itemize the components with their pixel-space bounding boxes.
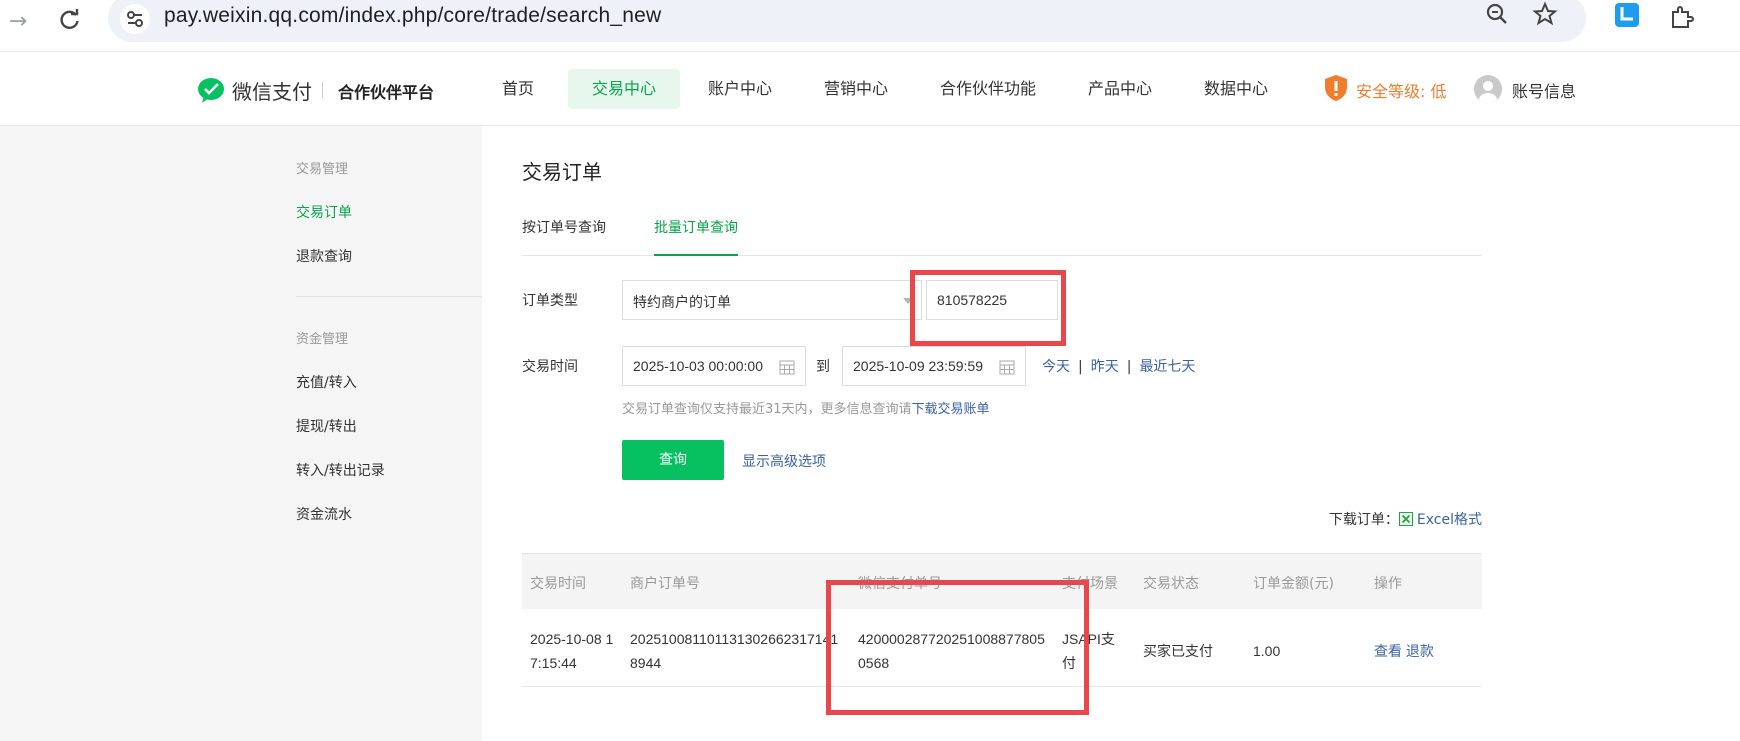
nav-trade-center[interactable]: 交易中心	[568, 69, 680, 109]
excel-icon[interactable]	[1398, 512, 1413, 526]
sidebar-group-funds: 资金管理	[296, 332, 349, 347]
tab-batch-query[interactable]: 批量订单查询	[654, 212, 738, 256]
forward-arrow-icon[interactable]: →	[4, 8, 32, 36]
quick-today-link[interactable]: 今天	[1042, 359, 1070, 375]
order-type-value: 特约商户的订单	[633, 295, 731, 311]
order-type-select[interactable]: 特约商户的订单	[622, 280, 922, 320]
sidebar-item-recharge[interactable]: 充值/转入	[296, 372, 357, 392]
sidebar-item-trade-orders[interactable]: 交易订单	[296, 202, 352, 222]
query-hint: 交易订单查询仅支持最近31天内，更多信息查询请下载交易账单	[622, 398, 990, 417]
column-header: 订单金额(元)	[1253, 576, 1334, 592]
annotation-box-wechat-order	[826, 580, 1089, 715]
cell-trade-time: 2025-10-08 17:15:44	[530, 631, 614, 671]
refund-order-link[interactable]: 退款	[1406, 643, 1434, 659]
address-bar[interactable]: pay.weixin.qq.com/index.php/core/trade/s…	[108, 0, 1586, 42]
zoom-icon[interactable]	[1483, 0, 1511, 28]
to-label: 到	[816, 359, 830, 375]
column-header: 操作	[1374, 576, 1402, 592]
cell-status: 买家已支付	[1143, 643, 1213, 659]
annotation-box-merchant-id	[910, 270, 1066, 346]
nav-partner-functions[interactable]: 合作伙伴功能	[932, 69, 1044, 109]
calendar-icon[interactable]	[999, 359, 1015, 375]
start-time-value: 2025-10-03 00:00:00	[633, 358, 763, 374]
end-time-value: 2025-10-09 23:59:59	[853, 358, 983, 374]
download-label: 下载订单：	[1328, 512, 1399, 528]
brand-subtitle: 合作伙伴平台	[338, 83, 435, 102]
separator: |	[1126, 359, 1132, 375]
nav-account-center[interactable]: 账户中心	[700, 69, 780, 109]
hint-text: 交易订单查询仅支持最近31天内，更多信息查询请	[622, 402, 912, 417]
trade-time-label: 交易时间	[522, 359, 578, 375]
shield-warning-icon[interactable]	[1324, 74, 1348, 102]
sidebar: 交易管理 交易订单 退款查询 资金管理 充值/转入 提现/转出 转入/转出记录 …	[0, 126, 482, 741]
site-settings-icon[interactable]	[120, 4, 150, 34]
brand-name[interactable]: 微信支付	[232, 76, 312, 105]
sidebar-item-refund-query[interactable]: 退款查询	[296, 246, 352, 266]
advanced-options-link[interactable]: 显示高级选项	[742, 451, 826, 471]
cell-actions: 查看 退款	[1374, 639, 1434, 663]
start-time-input[interactable]: 2025-10-03 00:00:00	[622, 346, 806, 386]
query-button[interactable]: 查询	[622, 440, 724, 480]
tab-by-order-number[interactable]: 按订单号查询	[522, 212, 606, 256]
nav-product-center[interactable]: 产品中心	[1080, 69, 1160, 109]
nav-home[interactable]: 首页	[494, 69, 542, 109]
sidebar-divider	[296, 296, 482, 297]
account-info-link[interactable]: 账号信息	[1512, 78, 1576, 102]
sidebar-item-withdraw[interactable]: 提现/转出	[296, 416, 357, 436]
cell-merchant-order: 2025100811011313026623171418944	[630, 631, 839, 671]
column-header: 商户订单号	[630, 576, 700, 592]
url-text[interactable]: pay.weixin.qq.com/index.php/core/trade/s…	[164, 4, 661, 28]
wechat-pay-logo-icon[interactable]	[196, 76, 226, 104]
end-time-input[interactable]: 2025-10-09 23:59:59	[842, 346, 1026, 386]
avatar[interactable]	[1474, 75, 1502, 103]
quick-date-links: 今天 | 昨天 | 最近七天	[1042, 356, 1195, 376]
download-statement-link[interactable]: 下载交易账单	[912, 402, 990, 417]
view-order-link[interactable]: 查看	[1374, 643, 1402, 659]
quick-yesterday-link[interactable]: 昨天	[1091, 359, 1119, 375]
bookmark-star-icon[interactable]	[1531, 0, 1559, 28]
excel-format-link[interactable]: Excel格式	[1417, 512, 1482, 528]
extension-icon[interactable]	[1614, 2, 1640, 28]
download-orders: 下载订单： Excel格式	[1329, 509, 1482, 529]
cell-amount: 1.00	[1253, 643, 1281, 659]
order-type-label: 订单类型	[522, 293, 578, 309]
sidebar-item-transfer-records[interactable]: 转入/转出记录	[296, 460, 385, 480]
separator: |	[1078, 359, 1083, 375]
calendar-icon[interactable]	[779, 359, 795, 375]
quick-last-seven-days-link[interactable]: 最近七天	[1139, 359, 1195, 375]
security-level[interactable]: 安全等级: 低	[1356, 78, 1446, 102]
nav-marketing-center[interactable]: 营销中心	[816, 69, 896, 109]
query-tabs: 按订单号查询 批量订单查询	[522, 212, 1482, 256]
browser-toolbar: → pay.weixin.qq.com/index.php/core/trade…	[0, 0, 1740, 52]
extensions-puzzle-icon[interactable]	[1668, 4, 1696, 32]
page-title: 交易订单	[522, 160, 602, 184]
sidebar-group-trade: 交易管理	[296, 162, 349, 177]
column-header: 交易状态	[1143, 576, 1199, 592]
nav-data-center[interactable]: 数据中心	[1196, 69, 1276, 109]
reload-icon[interactable]	[56, 6, 84, 34]
sidebar-item-fund-flow[interactable]: 资金流水	[296, 504, 352, 524]
column-header: 交易时间	[530, 576, 586, 592]
brand-divider	[322, 82, 323, 98]
top-navigation: 微信支付 合作伙伴平台 首页 交易中心 账户中心 营销中心 合作伙伴功能 产品中…	[0, 52, 1740, 126]
